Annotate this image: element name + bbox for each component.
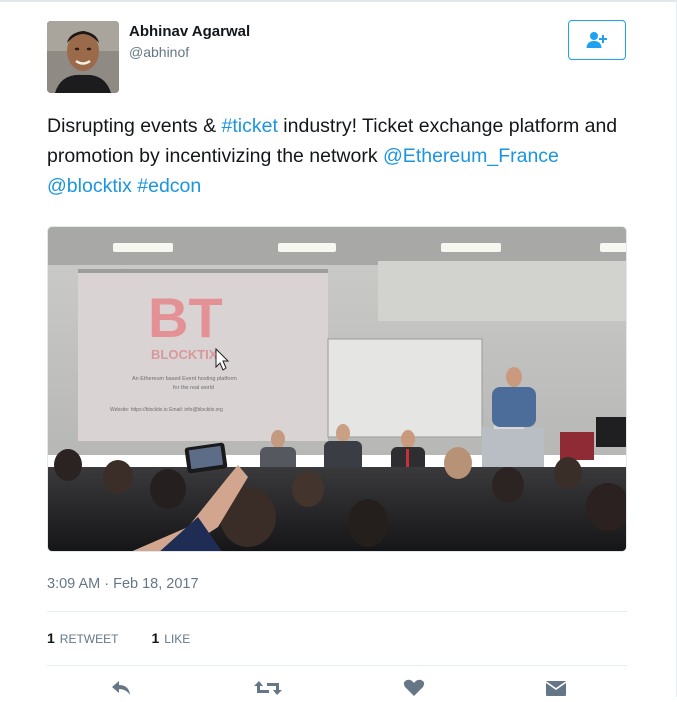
retweets-label: RETWEET: [59, 632, 119, 646]
avatar[interactable]: [47, 21, 119, 93]
likes-label: LIKE: [164, 632, 191, 646]
like-icon: [403, 679, 425, 696]
divider: [47, 665, 627, 666]
tweet-actions: [47, 679, 627, 699]
reply-button[interactable]: [110, 679, 132, 702]
mention-blocktix[interactable]: @blocktix: [47, 175, 132, 197]
top-border: [0, 0, 677, 2]
tweet-text-part: Disrupting events &: [47, 115, 222, 137]
conference-photo: BT BLOCKTIX An Ethereum based Event host…: [48, 227, 626, 551]
tweet-text: Disrupting events & #ticket industry! Ti…: [47, 111, 632, 201]
user-name[interactable]: Abhinav Agarwal: [129, 23, 250, 40]
slide-footer: Website: https://blocktix.io Email: info…: [110, 407, 223, 413]
message-button[interactable]: [545, 679, 567, 702]
user-handle[interactable]: @abhinof: [129, 44, 189, 60]
reply-icon: [112, 681, 130, 695]
message-icon: [545, 681, 567, 696]
hashtag-edcon[interactable]: #edcon: [137, 175, 201, 197]
avatar-photo: [47, 21, 119, 93]
tweet-stats: 1 RETWEET 1 LIKE: [47, 630, 190, 646]
likes-stat[interactable]: 1 LIKE: [151, 630, 190, 646]
divider: [47, 611, 627, 612]
likes-count: 1: [151, 630, 160, 646]
slide-line-2: for the real world: [173, 385, 214, 391]
follow-button[interactable]: [568, 20, 626, 60]
retweet-button[interactable]: [253, 679, 283, 702]
hashtag-ticket[interactable]: #ticket: [222, 115, 278, 137]
mention-ethereum-france[interactable]: @Ethereum_France: [383, 145, 559, 167]
slide-logo: BT: [148, 286, 223, 349]
slide-brand: BLOCKTIX: [151, 347, 218, 362]
retweet-icon: [254, 681, 282, 695]
slide-line-1: An Ethereum based Event hosting platform: [132, 376, 237, 382]
person-add-icon: [586, 32, 607, 48]
tweet-photo[interactable]: BT BLOCKTIX An Ethereum based Event host…: [47, 226, 627, 552]
retweets-count: 1: [47, 630, 55, 646]
retweets-stat[interactable]: 1 RETWEET: [47, 630, 118, 646]
tweet-timestamp[interactable]: 3:09 AM · Feb 18, 2017: [47, 576, 199, 592]
like-button[interactable]: [403, 679, 425, 702]
